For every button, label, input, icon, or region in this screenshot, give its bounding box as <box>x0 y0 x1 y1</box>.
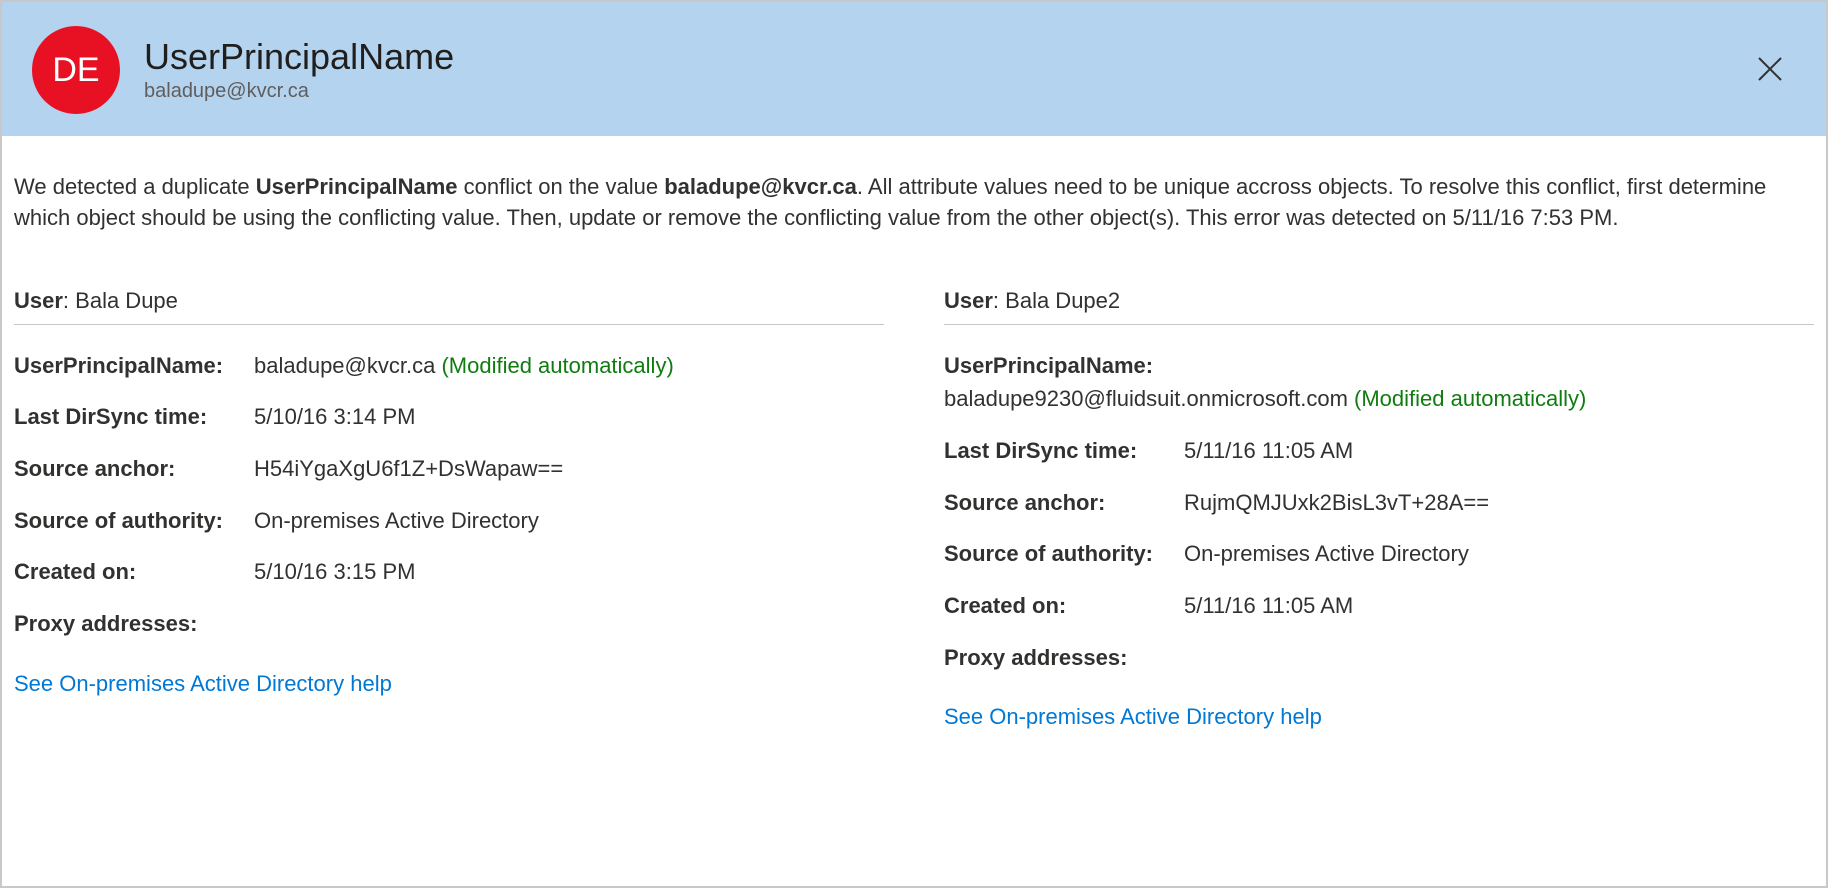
comparison-columns: User: Bala Dupe UserPrincipalName: balad… <box>14 288 1814 731</box>
msg-pre: We detected a duplicate <box>14 174 256 199</box>
label-dirsync: Last DirSync time: <box>14 402 254 432</box>
user-label: User <box>14 288 63 313</box>
header-text: UserPrincipalName baladupe@kvcr.ca <box>144 37 454 104</box>
row-proxy-right: Proxy addresses: <box>944 643 1814 673</box>
conflict-message: We detected a duplicate UserPrincipalNam… <box>14 172 1814 234</box>
row-authority-left: Source of authority: On-premises Active … <box>14 506 884 536</box>
avatar: DE <box>32 26 120 114</box>
row-created-right: Created on: 5/11/16 11:05 AM <box>944 591 1814 621</box>
row-anchor-right: Source anchor: RujmQMJUxk2BisL3vT+28A== <box>944 488 1814 518</box>
panel-title: UserPrincipalName <box>144 37 454 77</box>
label-anchor: Source anchor: <box>14 454 254 484</box>
object-right: User: Bala Dupe2 UserPrincipalName: bala… <box>944 288 1814 731</box>
modified-badge-right: (Modified automatically) <box>1354 386 1586 411</box>
value-created-right: 5/11/16 11:05 AM <box>1184 591 1814 621</box>
user-heading-left: User: Bala Dupe <box>14 288 884 325</box>
value-dirsync-left: 5/10/16 3:14 PM <box>254 402 884 432</box>
upn-text-left: baladupe@kvcr.ca <box>254 353 435 378</box>
user-heading-right: User: Bala Dupe2 <box>944 288 1814 325</box>
avatar-initials: DE <box>52 51 99 90</box>
label-created: Created on: <box>14 557 254 587</box>
help-link-right[interactable]: See On-premises Active Directory help <box>944 704 1322 730</box>
msg-value: baladupe@kvcr.ca <box>664 174 857 199</box>
value-anchor-left: H54iYgaXgU6f1Z+DsWapaw== <box>254 454 884 484</box>
row-authority-right: Source of authority: On-premises Active … <box>944 539 1814 569</box>
row-dirsync-left: Last DirSync time: 5/10/16 3:14 PM <box>14 402 884 432</box>
panel-subtitle: baladupe@kvcr.ca <box>144 80 454 103</box>
label-proxy: Proxy addresses: <box>944 643 1184 673</box>
label-proxy: Proxy addresses: <box>14 609 254 639</box>
object-left: User: Bala Dupe UserPrincipalName: balad… <box>14 288 884 731</box>
msg-mid: conflict on the value <box>458 174 665 199</box>
user-name-right: Bala Dupe2 <box>1005 288 1120 313</box>
panel-body: We detected a duplicate UserPrincipalNam… <box>2 136 1826 886</box>
row-anchor-left: Source anchor: H54iYgaXgU6f1Z+DsWapaw== <box>14 454 884 484</box>
value-upn-left: baladupe@kvcr.ca (Modified automatically… <box>254 351 884 381</box>
help-link-left[interactable]: See On-premises Active Directory help <box>14 671 392 697</box>
label-created: Created on: <box>944 591 1184 621</box>
modified-badge-left: (Modified automatically) <box>441 353 673 378</box>
value-authority-left: On-premises Active Directory <box>254 506 884 536</box>
label-anchor: Source anchor: <box>944 488 1184 518</box>
value-created-left: 5/10/16 3:15 PM <box>254 557 884 587</box>
conflict-detail-panel: DE UserPrincipalName baladupe@kvcr.ca We… <box>0 0 1828 888</box>
label-authority: Source of authority: <box>14 506 254 536</box>
label-upn: UserPrincipalName: <box>944 351 1814 381</box>
row-dirsync-right: Last DirSync time: 5/11/16 11:05 AM <box>944 436 1814 466</box>
row-upn-right: UserPrincipalName: baladupe9230@fluidsui… <box>944 351 1814 414</box>
row-proxy-left: Proxy addresses: <box>14 609 884 639</box>
label-upn: UserPrincipalName: <box>14 351 254 381</box>
value-upn-right: baladupe9230@fluidsuit.onmicrosoft.com (… <box>944 384 1814 414</box>
close-button[interactable] <box>1750 49 1790 89</box>
row-upn-left: UserPrincipalName: baladupe@kvcr.ca (Mod… <box>14 351 884 381</box>
row-created-left: Created on: 5/10/16 3:15 PM <box>14 557 884 587</box>
upn-text-right: baladupe9230@fluidsuit.onmicrosoft.com <box>944 386 1348 411</box>
close-icon <box>1756 55 1784 83</box>
value-dirsync-right: 5/11/16 11:05 AM <box>1184 436 1814 466</box>
label-dirsync: Last DirSync time: <box>944 436 1184 466</box>
user-name-left: Bala Dupe <box>75 288 178 313</box>
value-anchor-right: RujmQMJUxk2BisL3vT+28A== <box>1184 488 1814 518</box>
value-authority-right: On-premises Active Directory <box>1184 539 1814 569</box>
msg-attribute: UserPrincipalName <box>256 174 458 199</box>
panel-header: DE UserPrincipalName baladupe@kvcr.ca <box>2 2 1826 136</box>
user-label: User <box>944 288 993 313</box>
label-authority: Source of authority: <box>944 539 1184 569</box>
